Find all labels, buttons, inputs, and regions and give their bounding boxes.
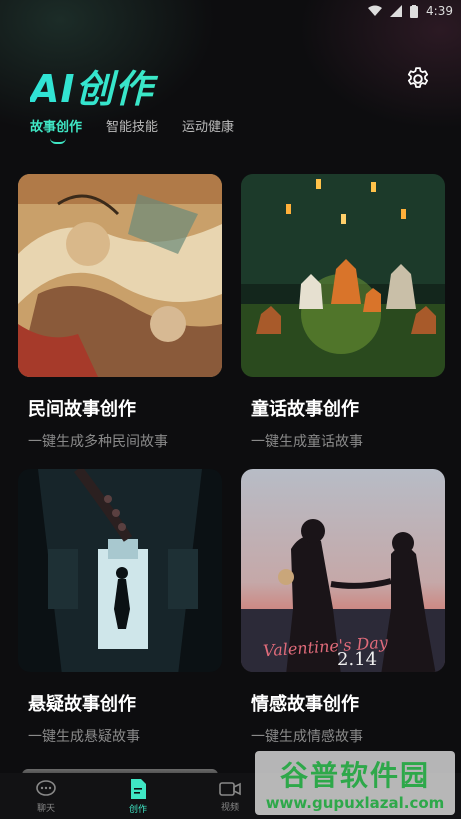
battery-icon (410, 4, 419, 18)
document-icon (131, 778, 146, 799)
nav-label: 视频 (220, 802, 239, 813)
page-title: AI创作 (30, 58, 437, 113)
nav-chat[interactable]: 聊天 (0, 773, 92, 819)
gear-icon[interactable] (405, 66, 431, 92)
video-icon (219, 781, 241, 796)
card-fairy-tale[interactable]: 童话故事创作 一键生成童话故事 (241, 174, 445, 451)
tab-skills[interactable]: 智能技能 (106, 116, 158, 135)
tab-label: 智能技能 (106, 120, 159, 135)
card-title: 民间故事创作 (28, 399, 136, 420)
tab-label: 故事创作 (30, 120, 83, 135)
signal-icon (390, 5, 403, 17)
status-time: 4:39 (426, 4, 453, 18)
card-folk-story[interactable]: 民间故事创作 一键生成多种民间故事 (18, 174, 222, 451)
emotion-story-image: 2.14 Valentine's Day (241, 469, 445, 672)
status-bar: 4:39 (0, 0, 461, 22)
nav-label: 聊天 (36, 803, 55, 814)
tab-bar: 故事创作 智能技能 运动健康 (30, 116, 234, 144)
nav-create[interactable]: 创作 (92, 773, 184, 819)
watermark-title: 谷普软件园 (279, 759, 430, 792)
nav-label: 创作 (128, 804, 147, 815)
header: AI创作 (30, 58, 437, 111)
tab-indicator (50, 138, 66, 144)
card-title: 童话故事创作 (251, 399, 359, 420)
tab-health[interactable]: 运动健康 (182, 116, 234, 135)
chat-icon (36, 779, 56, 796)
suspense-story-image (18, 469, 222, 672)
card-description: 一键生成童话故事 (251, 434, 363, 450)
card-emotion-story[interactable]: 2.14 Valentine's Day 情感故事创作 一键生成情感故事 (241, 469, 445, 746)
fairy-tale-image (241, 174, 445, 377)
card-description: 一键生成多种民间故事 (28, 434, 168, 450)
card-title: 情感故事创作 (251, 694, 359, 715)
watermark-url: www.gupuxlazal.com (265, 794, 445, 812)
card-description: 一键生成悬疑故事 (28, 729, 140, 745)
tab-label: 运动健康 (182, 120, 235, 135)
card-description: 一键生成情感故事 (251, 729, 363, 745)
tab-story[interactable]: 故事创作 (30, 116, 83, 144)
card-title: 悬疑故事创作 (28, 694, 136, 715)
folk-story-image (18, 174, 222, 377)
watermark: 谷普软件园 www.gupuxlazal.com (255, 751, 455, 815)
wifi-icon (368, 5, 383, 16)
card-suspense-story[interactable]: 悬疑故事创作 一键生成悬疑故事 (18, 469, 222, 746)
